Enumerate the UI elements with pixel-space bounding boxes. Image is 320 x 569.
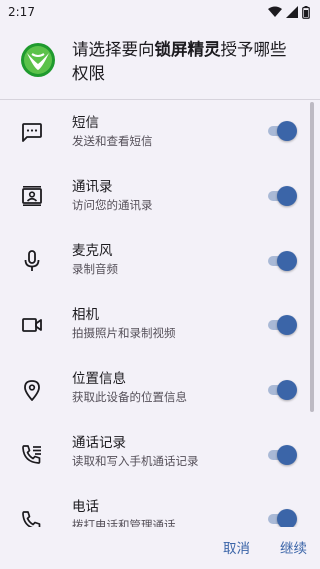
permission-title: 电话: [72, 499, 99, 515]
permission-list[interactable]: 短信 发送和查看短信 通讯录 访问您的通讯录 麦克风 录制音频 相机 拍摄照片和…: [0, 100, 320, 527]
contacts-toggle[interactable]: [268, 186, 297, 206]
scrollbar[interactable]: [310, 102, 314, 412]
cancel-button[interactable]: 取消: [223, 537, 250, 557]
continue-button[interactable]: 继续: [280, 537, 307, 557]
camera-icon: [22, 318, 42, 332]
status-time: 2:17: [8, 5, 35, 19]
title-prefix: 请选择要向: [72, 40, 155, 59]
signal-icon: [286, 6, 298, 18]
permission-item-sms[interactable]: 短信 发送和查看短信: [0, 100, 320, 164]
permission-desc: 访问您的通讯录: [72, 198, 153, 212]
status-bar: 2:17: [0, 0, 320, 24]
permission-desc: 拍摄照片和录制视频: [72, 326, 176, 340]
permission-title: 通话记录: [72, 435, 126, 451]
permission-item-call-log[interactable]: 通话记录 读取和写入手机通话记录: [0, 420, 320, 484]
status-icons: [268, 5, 310, 19]
permission-title: 麦克风: [72, 243, 113, 259]
phone-toggle[interactable]: [268, 509, 297, 527]
location-toggle[interactable]: [268, 380, 297, 400]
phone-icon: [22, 511, 41, 527]
permission-item-phone[interactable]: 电话 拨打电话和管理通话: [0, 484, 320, 527]
app-name: 锁屏精灵: [154, 40, 221, 59]
permission-desc: 读取和写入手机通话记录: [72, 454, 199, 468]
permission-desc: 获取此设备的位置信息: [72, 390, 187, 404]
battery-icon: [302, 5, 310, 19]
permission-item-location[interactable]: 位置信息 获取此设备的位置信息: [0, 356, 320, 420]
permission-item-microphone[interactable]: 麦克风 录制音频: [0, 228, 320, 292]
permission-title: 通讯录: [72, 179, 113, 195]
call-log-toggle[interactable]: [268, 445, 297, 465]
sms-icon: [22, 123, 42, 142]
permission-title: 位置信息: [72, 371, 126, 387]
permission-item-contacts[interactable]: 通讯录 访问您的通讯录: [0, 164, 320, 228]
camera-toggle[interactable]: [268, 315, 297, 335]
microphone-toggle[interactable]: [268, 251, 297, 271]
permission-desc: 发送和查看短信: [72, 134, 153, 148]
permission-title: 相机: [72, 307, 99, 323]
dialog-footer: 取消 继续: [0, 527, 320, 569]
call-log-icon: [22, 445, 41, 464]
permission-dialog-header: 请选择要向锁屏精灵授予哪些权限: [0, 34, 320, 90]
wifi-icon: [268, 6, 282, 17]
sms-toggle[interactable]: [268, 121, 297, 141]
permission-item-camera[interactable]: 相机 拍摄照片和录制视频: [0, 292, 320, 356]
location-icon: [24, 380, 40, 401]
permission-title: 短信: [72, 115, 99, 131]
dialog-title: 请选择要向锁屏精灵授予哪些权限: [72, 38, 292, 86]
app-logo-icon: [21, 43, 55, 77]
permission-desc: 拨打电话和管理通话: [72, 518, 176, 527]
contacts-icon: [22, 186, 42, 206]
microphone-icon: [24, 250, 40, 271]
permission-desc: 录制音频: [72, 262, 118, 276]
